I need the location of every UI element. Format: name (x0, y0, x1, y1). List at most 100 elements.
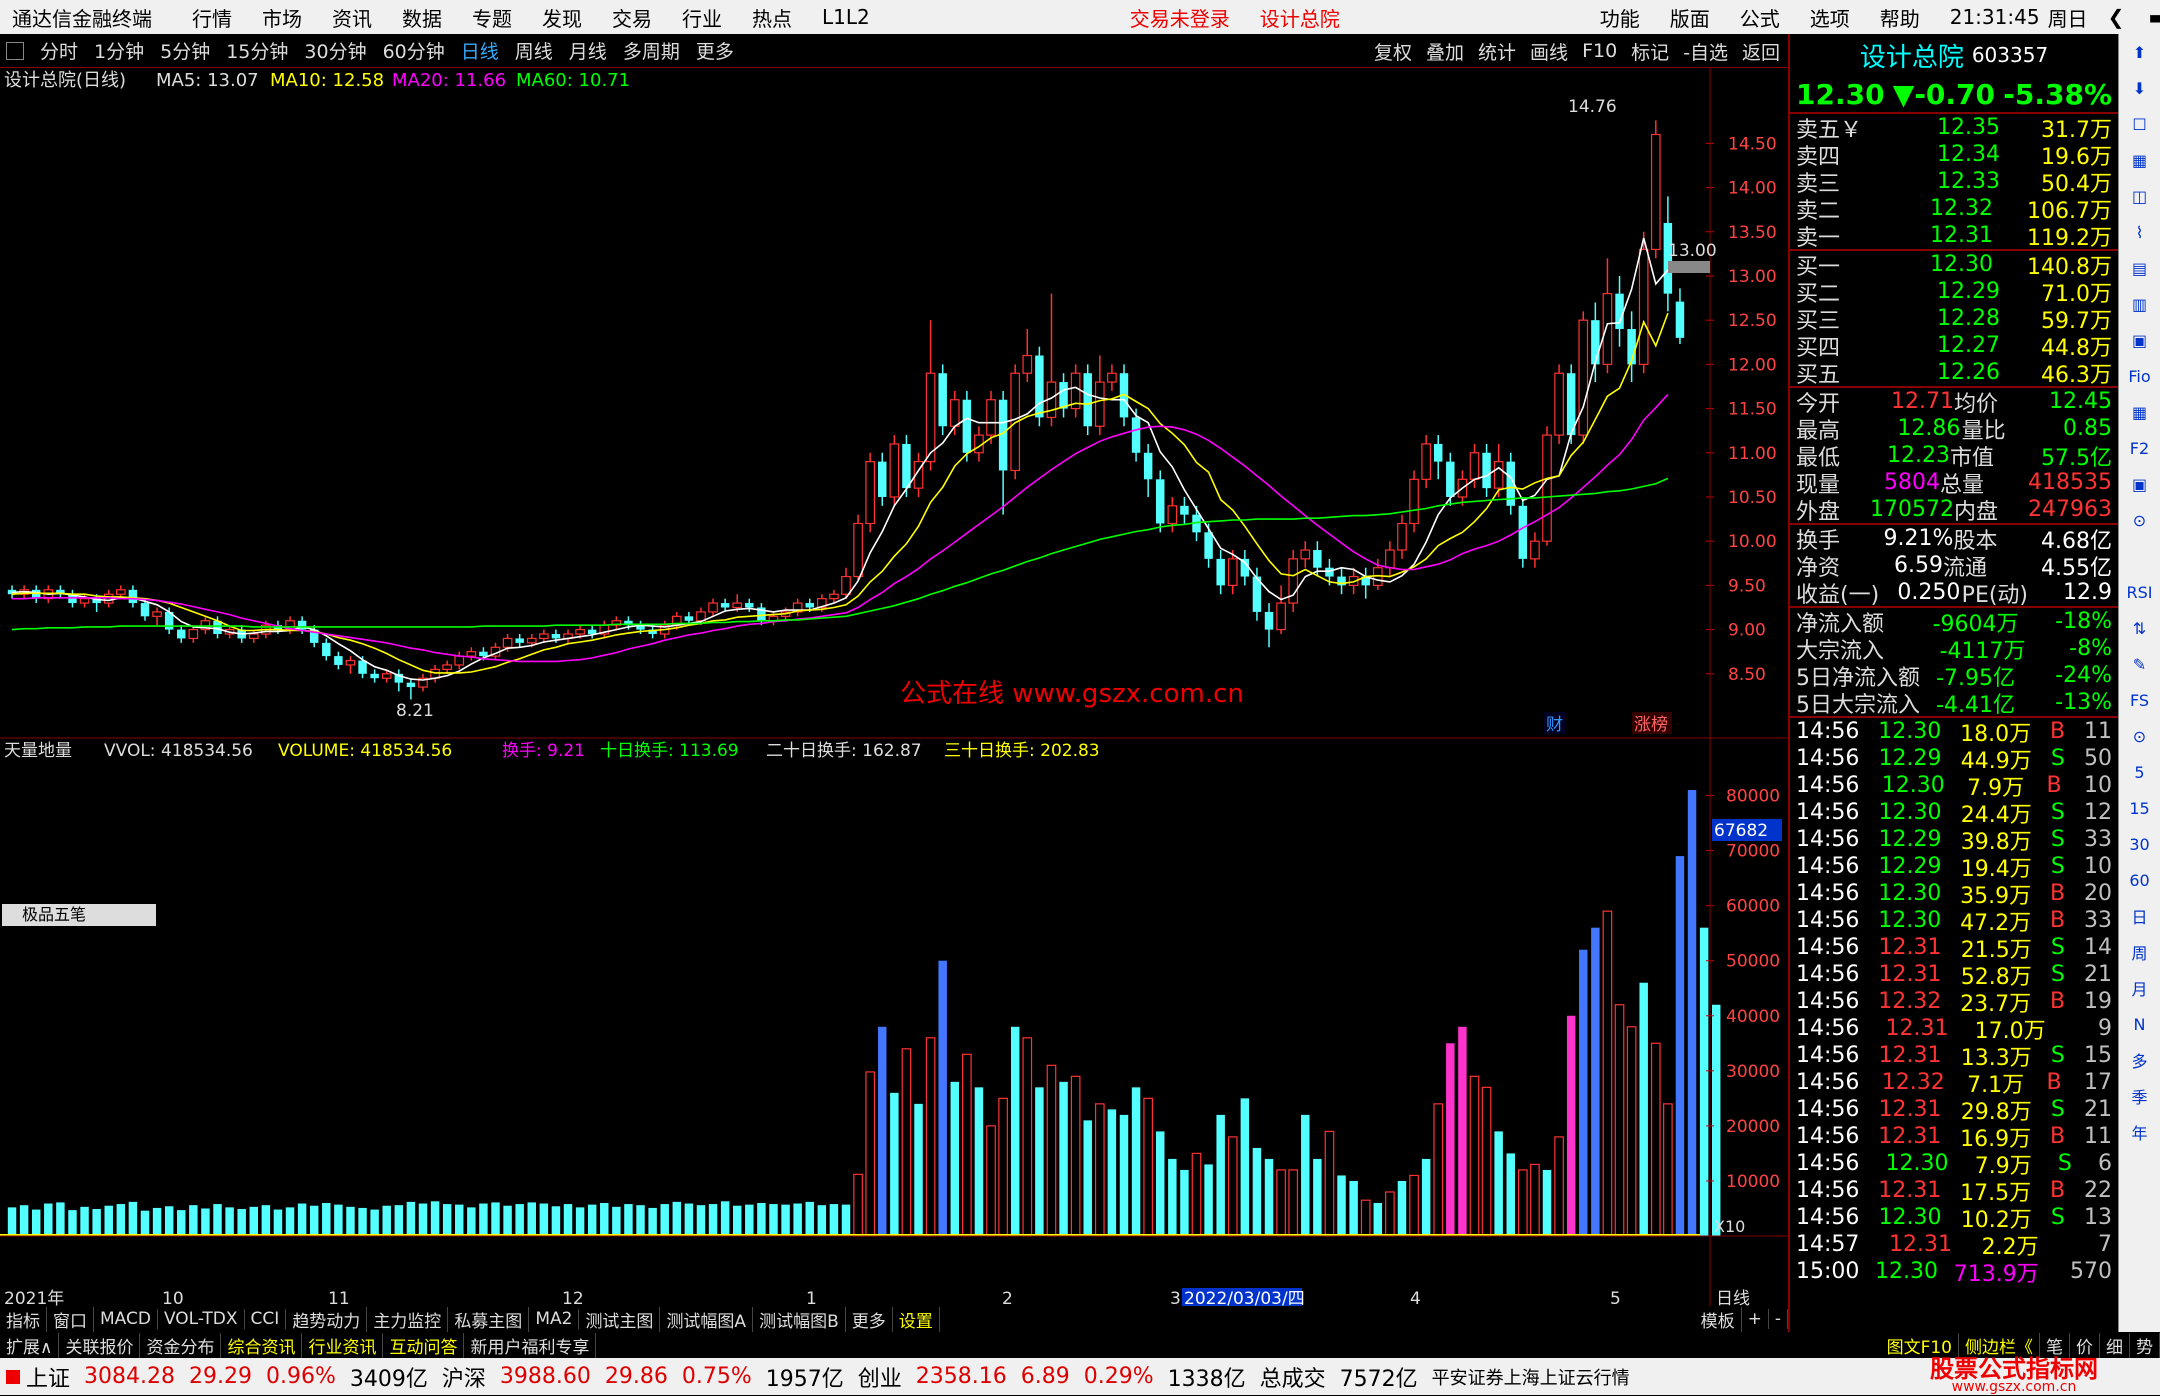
menu-func[interactable]: 功能 (1600, 3, 1640, 32)
strip-icon[interactable]: Fio (2119, 358, 2160, 394)
indicator-tab[interactable]: 趋势动力 (286, 1306, 368, 1332)
indicator-tab[interactable]: 测试幅图B (753, 1306, 846, 1332)
period-10[interactable]: 多周期 (623, 37, 680, 64)
indicator-tab[interactable]: - (1769, 1309, 1788, 1329)
chart-area[interactable]: 8.50 9.00 9.50 10.00 10.50 11.00 11.50 12.00 12.… (0, 68, 1788, 1309)
strip-icon[interactable]: F2 (2119, 430, 2160, 466)
period-5[interactable]: 30分钟 (304, 37, 366, 64)
strip-icon[interactable]: ⊙ (2119, 502, 2160, 538)
strip-icon[interactable]: ⊙ (2119, 718, 2160, 754)
strip-icon[interactable]: 60 (2119, 862, 2160, 898)
menu-trade[interactable]: 交易 (612, 3, 652, 32)
strip-icon[interactable]: ◫ (2119, 178, 2160, 214)
period-8[interactable]: 周线 (515, 37, 553, 64)
strip-icon[interactable]: FS (2119, 682, 2160, 718)
strip-icon[interactable]: 30 (2119, 826, 2160, 862)
login-status[interactable]: 交易未登录 (1130, 3, 1230, 32)
indicator-tab[interactable]: VOL-TDX (158, 1309, 245, 1329)
menu-news[interactable]: 资讯 (332, 3, 372, 32)
menu-discover[interactable]: 发现 (542, 3, 582, 32)
indicator-tab[interactable]: + (1742, 1309, 1769, 1329)
menu-topic[interactable]: 专题 (472, 3, 512, 32)
menu-help[interactable]: 帮助 (1880, 3, 1920, 32)
tool-f10[interactable]: F10 (1582, 40, 1617, 62)
extension-tab[interactable]: 综合资讯 (221, 1332, 303, 1358)
indicator-tab[interactable]: 私募主图 (448, 1306, 530, 1332)
strip-icon[interactable]: ▤ (2119, 250, 2160, 286)
strip-icon[interactable]: 多 (2119, 1042, 2160, 1078)
menu-hot[interactable]: 热点 (752, 3, 792, 32)
tool-stats[interactable]: 统计 (1478, 38, 1516, 65)
indicator-tab[interactable]: MACD (94, 1309, 158, 1329)
period-4[interactable]: 15分钟 (226, 37, 288, 64)
kline-chart[interactable]: 8.50 9.00 9.50 10.00 10.50 11.00 11.50 12.00 12.… (0, 68, 1788, 1309)
sh-label[interactable]: 上证 (26, 1361, 70, 1393)
extension-tab[interactable]: 扩展∧ (0, 1332, 60, 1358)
cy-label[interactable]: 创业 (858, 1361, 902, 1393)
strip-icon[interactable]: ⇅ (2119, 610, 2160, 646)
strip-icon[interactable]: ▣ (2119, 466, 2160, 502)
side-tab[interactable]: 细 (2100, 1332, 2130, 1358)
strip-icon[interactable]: 日 (2119, 898, 2160, 934)
strip-icon[interactable]: ⬇ (2119, 70, 2160, 106)
side-tab[interactable]: 价 (2070, 1332, 2100, 1358)
tool-draw[interactable]: 画线 (1530, 38, 1568, 65)
indicator-tab[interactable]: CCI (245, 1309, 287, 1329)
strip-icon[interactable]: ⬆ (2119, 34, 2160, 70)
strip-icon[interactable]: 季 (2119, 1078, 2160, 1114)
strip-icon[interactable]: ☐ (2119, 106, 2160, 142)
strip-icon[interactable]: 15 (2119, 790, 2160, 826)
hs-label[interactable]: 沪深 (442, 1361, 486, 1393)
menu-industry[interactable]: 行业 (682, 3, 722, 32)
extension-tab[interactable]: 行业资讯 (302, 1332, 384, 1358)
indicator-tab[interactable]: 主力监控 (367, 1306, 449, 1332)
indicator-tab[interactable]: 窗口 (47, 1306, 94, 1332)
strip-icon[interactable]: 5 (2119, 754, 2160, 790)
minimize-icon[interactable]: ▬ (2148, 5, 2160, 29)
period-more[interactable]: 更多 (696, 37, 734, 64)
period-1[interactable]: 分时 (40, 37, 78, 64)
extension-tab[interactable]: 互动问答 (383, 1332, 465, 1358)
tool-back[interactable]: 返回 (1742, 38, 1780, 65)
side-tab[interactable]: 图文F10 (1881, 1332, 1959, 1358)
menu-formula[interactable]: 公式 (1740, 3, 1780, 32)
extension-tab[interactable]: 资金分布 (140, 1332, 222, 1358)
side-tab[interactable]: 笔 (2040, 1332, 2070, 1358)
period-2[interactable]: 1分钟 (94, 37, 144, 64)
strip-icon[interactable]: ⌇ (2119, 214, 2160, 250)
toggle-icon[interactable] (6, 41, 24, 60)
back-icon[interactable]: ❮ (2108, 5, 2125, 29)
strip-icon[interactable]: 周 (2119, 934, 2160, 970)
side-tab[interactable]: 侧边栏《 (1959, 1332, 2040, 1358)
menu-hq[interactable]: 行情 (192, 3, 232, 32)
menu-data[interactable]: 数据 (402, 3, 442, 32)
period-6[interactable]: 60分钟 (383, 37, 445, 64)
strip-icon[interactable]: ▣ (2119, 322, 2160, 358)
indicator-tab[interactable]: MA2 (529, 1309, 580, 1329)
strip-icon[interactable]: N (2119, 1006, 2160, 1042)
side-tab[interactable]: 势 (2130, 1332, 2160, 1358)
indicator-tab[interactable]: 指标 (0, 1306, 47, 1332)
strip-icon[interactable]: RSI (2119, 574, 2160, 610)
menu-layout[interactable]: 版面 (1670, 3, 1710, 32)
strip-icon[interactable]: ▦ (2119, 142, 2160, 178)
extension-tab[interactable]: 新用户福利专享 (464, 1332, 597, 1358)
tool-fav[interactable]: -自选 (1683, 38, 1728, 65)
tool-overlay[interactable]: 叠加 (1426, 38, 1464, 65)
menu-l1l2[interactable]: L1L2 (822, 5, 870, 29)
tool-fuquan[interactable]: 复权 (1374, 38, 1412, 65)
strip-icon[interactable]: 年 (2119, 1114, 2160, 1150)
period-9[interactable]: 月线 (569, 37, 607, 64)
period-3[interactable]: 5分钟 (160, 37, 210, 64)
strip-icon[interactable] (2119, 538, 2160, 574)
menu-market[interactable]: 市场 (262, 3, 302, 32)
strip-icon[interactable]: ▦ (2119, 394, 2160, 430)
indicator-tab[interactable]: 模板 (1695, 1306, 1742, 1332)
menu-options[interactable]: 选项 (1810, 3, 1850, 32)
strip-icon[interactable]: ✎ (2119, 646, 2160, 682)
indicator-tab[interactable]: 更多 (846, 1306, 893, 1332)
indicator-tab[interactable]: 测试幅图A (660, 1306, 754, 1332)
indicator-tab[interactable]: 设置 (893, 1306, 940, 1332)
strip-icon[interactable]: ▥ (2119, 286, 2160, 322)
tool-mark[interactable]: 标记 (1631, 38, 1669, 65)
